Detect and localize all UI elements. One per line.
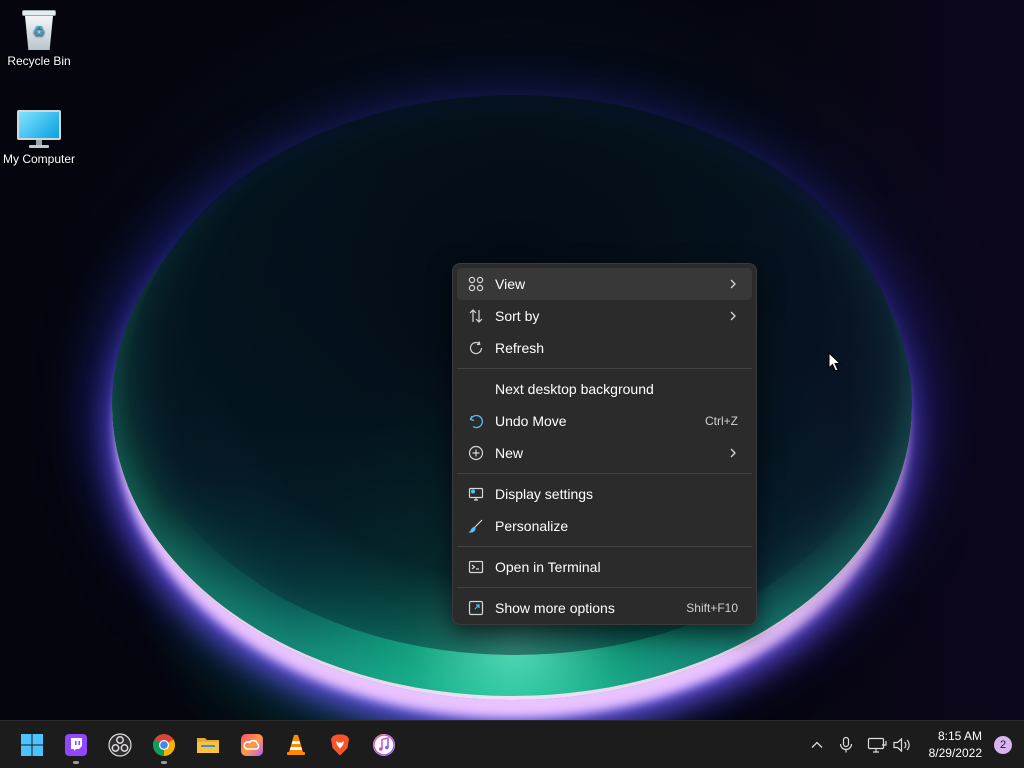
menu-separator (457, 368, 752, 369)
computer-icon (17, 110, 61, 148)
windows-logo-icon (21, 734, 43, 756)
menu-item-label: New (495, 445, 524, 461)
taskbar-app-brave[interactable] (323, 728, 357, 762)
wallpaper-vignette (724, 0, 1024, 720)
menu-separator (457, 473, 752, 474)
vlc-icon (287, 735, 305, 755)
running-indicator (73, 761, 79, 764)
taskbar-app-creative-cloud[interactable] (235, 728, 269, 762)
taskbar-app-file-explorer[interactable] (191, 728, 225, 762)
sort-icon (468, 308, 484, 324)
grid-icon (468, 276, 484, 292)
brave-icon (331, 734, 349, 756)
itunes-icon (373, 734, 395, 756)
taskbar-app-twitch[interactable] (59, 728, 93, 764)
menu-item-shortcut: Shift+F10 (686, 601, 738, 615)
undo-icon (468, 413, 484, 429)
recycle-bin-icon: ♻ (22, 10, 56, 50)
menu-item-label: Personalize (495, 518, 569, 534)
taskbar-app-itunes[interactable] (367, 728, 401, 762)
menu-item-refresh[interactable]: Refresh (457, 332, 752, 364)
menu-item-new[interactable]: New (457, 437, 752, 469)
clock-date: 8/29/2022 (928, 746, 982, 760)
menu-item-view[interactable]: View (457, 268, 752, 300)
desktop-icon-label: Recycle Bin (7, 54, 71, 68)
menu-item-shortcut: Ctrl+Z (705, 414, 738, 428)
taskbar-app-obs[interactable] (103, 728, 137, 762)
brush-icon (468, 518, 484, 534)
tray-overflow-button[interactable] (807, 735, 827, 755)
microphone-icon (839, 736, 853, 753)
taskbar-clock[interactable]: 8:15 AM 8/29/2022 (929, 728, 982, 762)
clock-time: 8:15 AM (937, 729, 982, 743)
chevron-right-icon (730, 448, 736, 458)
menu-item-display-settings[interactable]: Display settings (457, 478, 752, 510)
twitch-icon (65, 734, 87, 756)
creative-cloud-icon (241, 734, 263, 756)
taskbar-app-vlc[interactable] (279, 728, 313, 762)
plus-circle-icon (468, 445, 484, 461)
taskbar: 8:15 AM 8/29/2022 2 (0, 720, 1024, 768)
menu-separator (457, 587, 752, 588)
menu-item-label: Refresh (495, 340, 545, 356)
chevron-right-icon (730, 311, 736, 321)
menu-item-sort-by[interactable]: Sort by (457, 300, 752, 332)
menu-separator (457, 546, 752, 547)
start-button[interactable] (15, 728, 49, 762)
tray-network[interactable] (867, 735, 887, 755)
tray-microphone[interactable] (836, 735, 856, 755)
menu-item-label: Open in Terminal (495, 559, 601, 575)
menu-item-label: Sort by (495, 308, 540, 324)
expand-icon (468, 600, 484, 616)
volume-icon (893, 737, 910, 753)
menu-item-open-in-terminal[interactable]: Open in Terminal (457, 551, 752, 583)
menu-item-label: View (495, 276, 526, 292)
desktop-context-menu: View Sort by Refresh Next desktop backgr… (452, 263, 757, 625)
mouse-cursor-icon (828, 352, 842, 372)
display-icon (468, 486, 484, 502)
menu-item-label: Undo Move (495, 413, 567, 429)
network-icon (867, 737, 887, 753)
chevron-up-icon (811, 741, 823, 748)
menu-item-undo-move[interactable]: Undo Move Ctrl+Z (457, 405, 752, 437)
desktop-icon-label: My Computer (2, 152, 76, 166)
chrome-icon (153, 734, 175, 756)
refresh-icon (468, 340, 484, 356)
folder-icon (197, 738, 219, 753)
notification-badge[interactable]: 2 (994, 736, 1012, 754)
menu-item-show-more-options[interactable]: Show more options Shift+F10 (457, 592, 752, 624)
terminal-icon (468, 559, 484, 575)
desktop-icon-my-computer[interactable]: My Computer (0, 110, 78, 166)
desktop-icon-recycle-bin[interactable]: ♻ Recycle Bin (0, 10, 78, 68)
taskbar-app-chrome[interactable] (147, 728, 181, 764)
menu-item-next-desktop-background[interactable]: Next desktop background (457, 373, 752, 405)
chevron-right-icon (730, 279, 736, 289)
menu-item-label: Next desktop background (495, 381, 654, 397)
menu-item-label: Display settings (495, 486, 594, 502)
tray-volume[interactable] (892, 735, 912, 755)
obs-icon (108, 733, 132, 757)
menu-item-label: Show more options (495, 600, 615, 616)
menu-item-personalize[interactable]: Personalize (457, 510, 752, 542)
running-indicator (161, 761, 167, 764)
